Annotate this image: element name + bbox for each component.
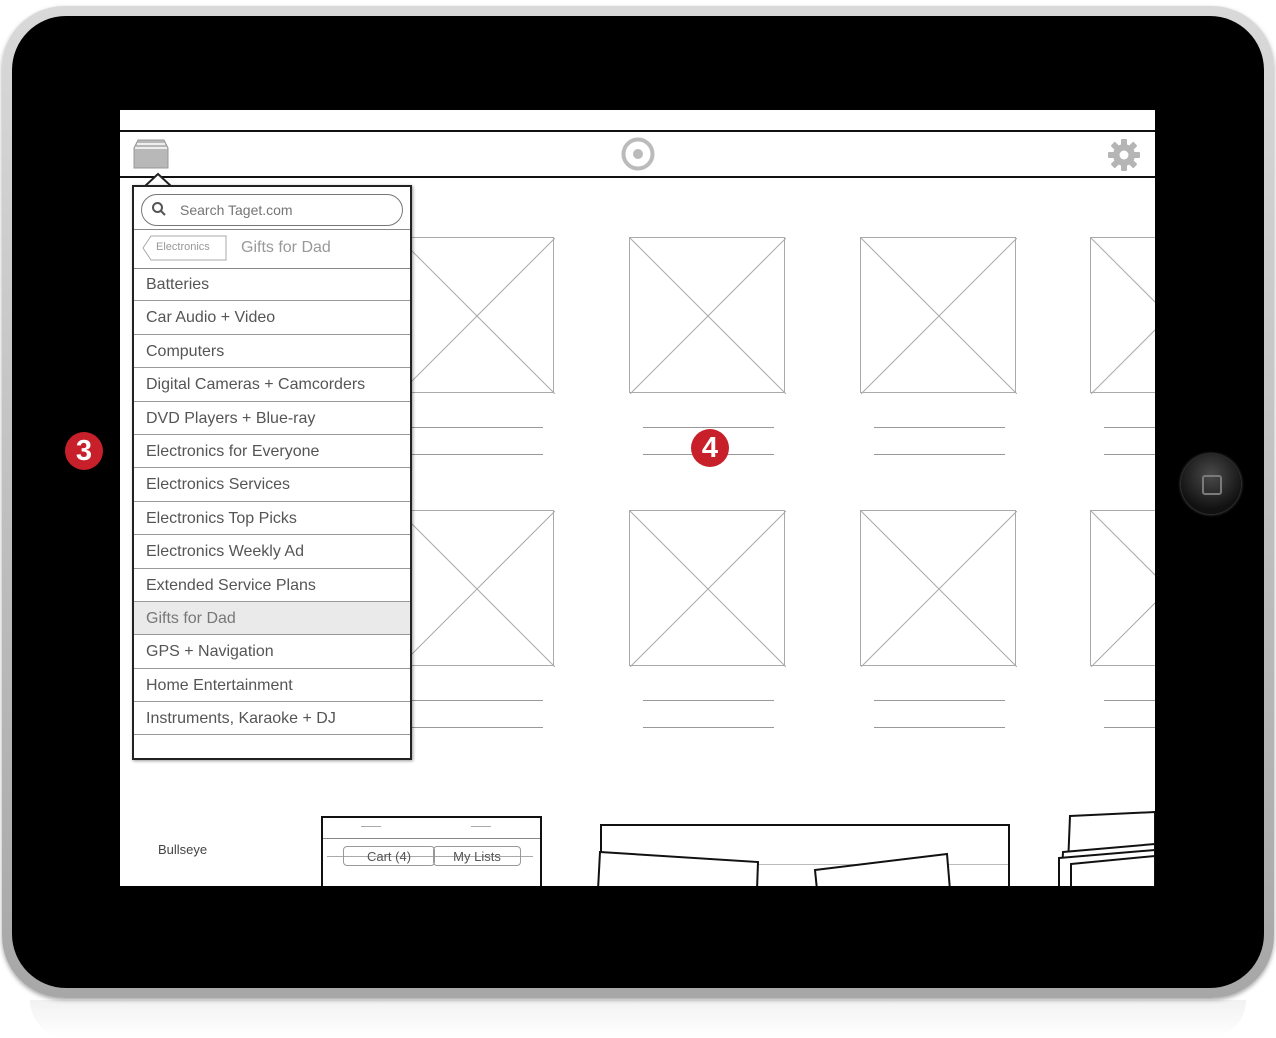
device-reflection — [30, 1000, 1246, 1038]
annotation-marker-4: 4 — [691, 429, 729, 467]
product-text-placeholder — [412, 454, 543, 455]
product-text-placeholder — [874, 454, 1005, 455]
product-image-placeholder[interactable] — [629, 510, 786, 667]
product-text-placeholder — [412, 700, 543, 701]
category-item[interactable]: Digital Cameras + Camcorders — [134, 368, 410, 402]
product-text-placeholder — [1104, 727, 1155, 728]
category-item[interactable]: Electronics Weekly Ad — [134, 535, 410, 569]
product-image-placeholder[interactable] — [860, 237, 1017, 394]
cart-panel: Cart (4) My Lists — [321, 816, 542, 886]
product-text-placeholder — [1104, 700, 1155, 701]
product-text-placeholder — [874, 727, 1005, 728]
gear-icon[interactable] — [1106, 137, 1142, 173]
home-button[interactable] — [1181, 454, 1241, 514]
product-image-placeholder[interactable] — [1090, 237, 1155, 394]
category-item[interactable]: Batteries — [134, 268, 410, 302]
category-dropdown: Electronics Gifts for Dad BatteriesCar A… — [132, 185, 412, 760]
category-item[interactable]: Electronics Top Picks — [134, 502, 410, 536]
product-text-placeholder — [412, 727, 543, 728]
product-text-placeholder — [412, 427, 543, 428]
category-item[interactable]: Home Entertainment — [134, 669, 410, 703]
category-item[interactable]: DVD Players + Blue-ray — [134, 402, 410, 435]
product-text-placeholder — [1104, 427, 1155, 428]
product-text-placeholder — [643, 727, 774, 728]
category-item[interactable]: Extended Service Plans — [134, 569, 410, 602]
product-image-placeholder[interactable] — [1090, 510, 1155, 667]
panel-divider — [323, 838, 540, 839]
search-icon — [152, 202, 166, 216]
panel-grip — [471, 826, 491, 827]
product-text-placeholder — [874, 427, 1005, 428]
product-image-placeholder[interactable] — [398, 510, 555, 667]
search-input[interactable] — [178, 199, 392, 221]
product-text-placeholder — [643, 427, 774, 428]
panel-grip — [361, 826, 381, 827]
featured-cards — [597, 850, 951, 886]
category-list: Batteries Car Audio + Video Computers Digit… — [134, 268, 410, 736]
category-drawer-icon[interactable] — [132, 138, 170, 170]
product-text-placeholder — [1104, 454, 1155, 455]
category-item[interactable]: Instruments, Karaoke + DJ — [134, 702, 410, 736]
category-item[interactable]: Electronics for Everyone — [134, 435, 410, 469]
product-image-placeholder[interactable] — [629, 237, 786, 394]
breadcrumb-title: Gifts for Dad — [241, 239, 331, 256]
category-item[interactable]: GPS + Navigation — [134, 635, 410, 669]
annotation-marker-3: 3 — [65, 432, 103, 470]
category-item[interactable]: Computers — [134, 335, 410, 369]
app-header — [120, 132, 1155, 178]
category-item[interactable]: Gifts for Dad — [134, 601, 410, 636]
bullseye-label: Bullseye — [158, 842, 208, 857]
card-stack — [1058, 810, 1155, 886]
product-text-placeholder — [643, 700, 774, 701]
category-item[interactable]: Electronics Services — [134, 468, 410, 502]
home-square-icon — [1202, 475, 1222, 495]
breadcrumb-back-label: Electronics — [156, 241, 210, 253]
breadcrumb: Electronics Gifts for Dad — [134, 229, 410, 269]
app-screen: 4 Electronics Gifts for Dad BatteriesCar… — [120, 110, 1155, 886]
product-image-placeholder[interactable] — [398, 237, 555, 394]
breadcrumb-back-button[interactable]: Electronics — [142, 235, 228, 261]
my-lists-button[interactable]: My Lists — [433, 846, 521, 866]
product-text-placeholder — [874, 700, 1005, 701]
cart-button[interactable]: Cart (4) — [343, 846, 435, 866]
product-image-placeholder[interactable] — [860, 510, 1017, 667]
category-item[interactable]: Car Audio + Video — [134, 301, 410, 335]
search-field[interactable] — [141, 194, 403, 226]
target-logo-icon[interactable] — [621, 137, 655, 171]
